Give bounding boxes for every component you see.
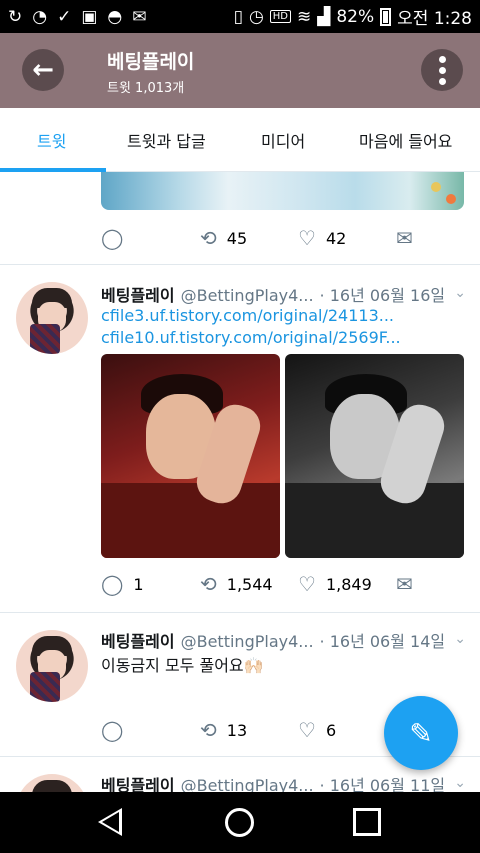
reply-button[interactable]: ◯ xyxy=(101,720,123,740)
flower-decoration xyxy=(431,182,441,192)
share-button[interactable]: ✉ xyxy=(396,574,413,594)
tab-likes[interactable]: 마음에 들어요 xyxy=(359,128,452,152)
reply-button[interactable]: ◯ 1 xyxy=(101,574,144,594)
compose-feather-icon: ✎ xyxy=(409,716,433,750)
tweet-header: 베팅플레이 @BettingPlay4... · 16년 06월 16일 xyxy=(101,282,445,306)
tweet-date: · 16년 06월 11일 xyxy=(319,776,446,792)
chevron-down-icon[interactable]: ⌄ xyxy=(454,285,466,301)
avatar[interactable] xyxy=(16,774,88,792)
notification-icons: ↻ ◔ ✓ ▣ ◓ ✉ xyxy=(8,7,147,27)
recents-icon[interactable] xyxy=(353,808,381,836)
status-bar: ↻ ◔ ✓ ▣ ◓ ✉ ▯ ◷ HD ≋ ▟ 82% 오전 1:28 xyxy=(0,0,480,33)
reply-count: 1 xyxy=(133,574,144,594)
tweet-header: 베팅플레이 @BettingPlay4... · 16년 06월 14일 xyxy=(101,628,445,652)
home-icon[interactable] xyxy=(225,808,254,837)
signal-icon: ▟ xyxy=(317,6,331,27)
spy-icon: ◓ xyxy=(107,6,123,27)
more-vertical-icon[interactable] xyxy=(421,49,463,91)
battery-percent: 82% xyxy=(336,6,375,27)
vibrate-icon: ▯ xyxy=(233,6,243,27)
circle-app-icon: ◔ xyxy=(32,6,48,27)
tweet-text: 이동금지 모두 풀어요🙌🏻 xyxy=(101,656,264,675)
clock: 오전 1:28 xyxy=(397,9,472,29)
author-handle: @BettingPlay4... xyxy=(180,776,314,792)
author-name[interactable]: 베팅플레이 xyxy=(101,282,175,306)
tweet-photo[interactable] xyxy=(101,354,280,558)
retweet-count: 45 xyxy=(226,228,248,248)
tweet-photo[interactable] xyxy=(285,354,464,558)
sync-icon: ↻ xyxy=(8,6,23,27)
alarm-icon: ◷ xyxy=(248,6,264,27)
page-title: 베팅플레이 xyxy=(107,51,195,73)
tweet-media-image[interactable] xyxy=(101,172,464,210)
heart-icon: ♡ xyxy=(298,226,316,250)
like-button[interactable]: ♡ 1,849 xyxy=(298,574,372,594)
profile-header: ← 베팅플레이 트윗 1,013개 xyxy=(0,33,480,108)
reply-icon: ◯ xyxy=(101,226,124,250)
like-count: 1,849 xyxy=(325,574,372,594)
heart-icon: ♡ xyxy=(298,718,316,742)
chevron-down-icon[interactable]: ⌄ xyxy=(454,775,466,791)
share-button[interactable]: ✉ xyxy=(396,228,413,248)
tweet-link[interactable]: cfile3.uf.tistory.com/original/24113... xyxy=(101,306,394,325)
mail-icon: ✉ xyxy=(132,6,147,27)
author-handle: @BettingPlay4... xyxy=(180,286,314,305)
author-name[interactable]: 베팅플레이 xyxy=(101,772,175,792)
tweet-link[interactable]: cfile10.uf.tistory.com/original/2569F... xyxy=(101,328,401,347)
back-icon[interactable] xyxy=(98,808,122,836)
image-icon: ▣ xyxy=(81,6,98,27)
retweet-count: 1,544 xyxy=(226,574,273,594)
tweet-divider xyxy=(0,612,480,613)
tab-media[interactable]: 미디어 xyxy=(261,128,305,152)
author-name[interactable]: 베팅플레이 xyxy=(101,628,175,652)
author-handle: @BettingPlay4... xyxy=(180,632,314,651)
retweet-icon: ⟲ xyxy=(200,718,217,742)
system-nav-bar xyxy=(0,792,480,853)
heart-icon: ♡ xyxy=(298,572,316,596)
avatar[interactable] xyxy=(16,630,88,702)
flower-decoration xyxy=(446,194,456,204)
tab-tweets[interactable]: 트윗 xyxy=(37,128,66,152)
retweet-button[interactable]: ⟲ 1,544 xyxy=(200,574,273,594)
like-count: 42 xyxy=(325,228,347,248)
like-count: 6 xyxy=(325,720,337,740)
battery-icon xyxy=(380,7,392,26)
retweet-icon: ⟲ xyxy=(200,572,217,596)
check-icon: ✓ xyxy=(57,6,72,27)
profile-tabs: 트윗 트윗과 답글 미디어 마음에 들어요 xyxy=(0,108,480,172)
envelope-icon: ✉ xyxy=(396,572,413,596)
tweet-divider xyxy=(0,264,480,265)
tweet-date: · 16년 06월 14일 xyxy=(319,632,446,651)
like-button[interactable]: ♡ 6 xyxy=(298,720,336,740)
arrow-left-icon[interactable]: ← xyxy=(22,49,64,91)
tweet-header: 베팅플레이 @BettingPlay4... · 16년 06월 11일 xyxy=(101,772,445,792)
retweet-button[interactable]: ⟲ 45 xyxy=(200,228,247,248)
reply-icon: ◯ xyxy=(101,572,124,596)
wifi-icon: ≋ xyxy=(297,6,312,27)
tweet-date: · 16년 06월 16일 xyxy=(319,286,446,305)
retweet-count: 13 xyxy=(226,720,248,740)
hd-icon: HD xyxy=(269,10,292,23)
compose-tweet-button[interactable]: ✎ xyxy=(384,696,458,770)
tab-tweets-replies[interactable]: 트윗과 답글 xyxy=(127,128,206,152)
like-button[interactable]: ♡ 42 xyxy=(298,228,346,248)
reply-icon: ◯ xyxy=(101,718,124,742)
reply-button[interactable]: ◯ xyxy=(101,228,123,248)
envelope-icon: ✉ xyxy=(396,226,413,250)
header-title-block: 베팅플레이 트윗 1,013개 xyxy=(107,47,194,96)
avatar[interactable] xyxy=(16,282,88,354)
tweet-count: 트윗 1,013개 xyxy=(107,81,185,96)
chevron-down-icon[interactable]: ⌄ xyxy=(454,631,466,647)
retweet-icon: ⟲ xyxy=(200,226,217,250)
retweet-button[interactable]: ⟲ 13 xyxy=(200,720,247,740)
